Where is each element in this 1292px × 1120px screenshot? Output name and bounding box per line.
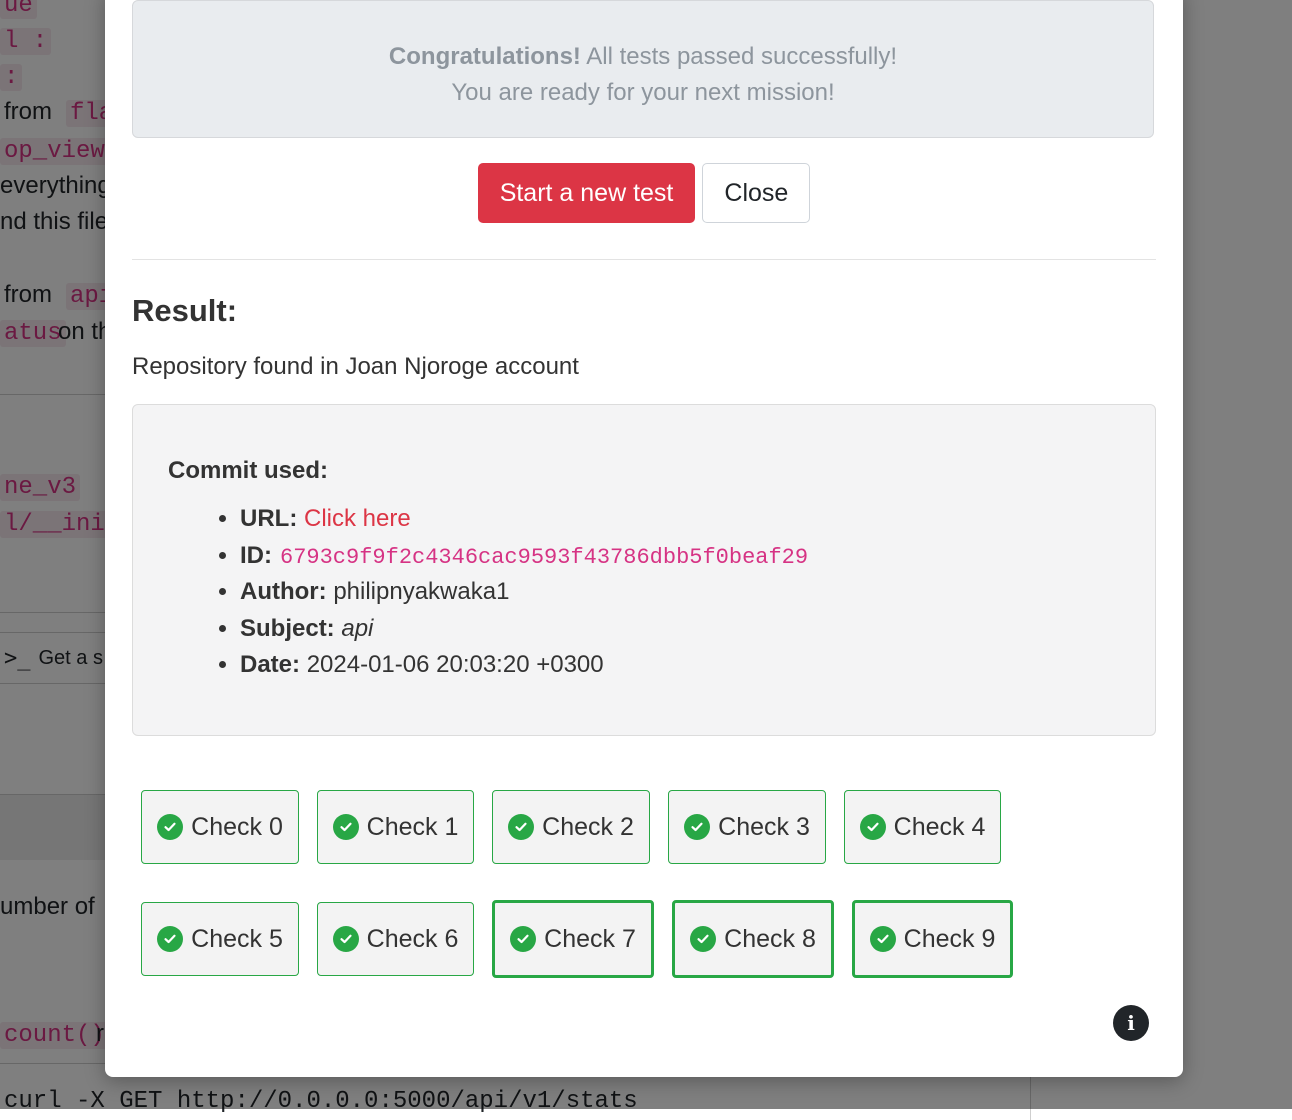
check-badge-4[interactable]: Check 4	[844, 790, 1001, 864]
check-badge-0[interactable]: Check 0	[141, 790, 299, 864]
commit-date-item: Date: 2024-01-06 20:03:20 +0300	[240, 647, 808, 684]
check-badge-3[interactable]: Check 3	[668, 790, 826, 864]
check-badge-9[interactable]: Check 9	[852, 900, 1013, 978]
info-icon[interactable]: i	[1113, 1005, 1149, 1041]
check-label: Check 7	[544, 924, 636, 953]
check-badge-8[interactable]: Check 8	[672, 900, 834, 978]
check-circle-icon	[157, 926, 184, 952]
results-modal: Congratulations! All tests passed succes…	[105, 0, 1183, 1077]
commit-id-value: 6793c9f9f2c4346cac9593f43786dbb5f0beaf29	[280, 544, 809, 570]
check-badge-2[interactable]: Check 2	[492, 790, 650, 864]
result-text: Repository found in Joan Njoroge account	[132, 353, 579, 380]
commit-author-value: philipnyakwaka1	[333, 578, 510, 605]
section-divider	[132, 259, 1156, 260]
commit-info-box: Commit used: URL: Click here ID: 6793c9f9…	[132, 404, 1156, 736]
check-label: Check 4	[893, 812, 986, 841]
check-circle-icon	[859, 814, 886, 840]
author-label: Author:	[240, 578, 327, 605]
alert-strong: Congratulations!	[388, 43, 581, 70]
check-circle-icon	[690, 926, 717, 952]
check-badge-6[interactable]: Check 6	[317, 902, 474, 976]
check-circle-icon	[510, 926, 537, 952]
commit-author-item: Author: philipnyakwaka1	[240, 574, 808, 611]
check-circle-icon	[684, 814, 711, 840]
url-label: URL:	[240, 505, 298, 532]
check-circle-icon	[869, 926, 896, 952]
check-label: Check 3	[718, 812, 810, 841]
commit-details-list: URL: Click here ID: 6793c9f9f2c4346cac959…	[204, 501, 808, 684]
check-label: Check 1	[366, 812, 459, 841]
commit-url-item: URL: Click here	[240, 501, 808, 538]
result-title: Result:	[132, 293, 238, 328]
commit-id-item: ID: 6793c9f9f2c4346cac9593f43786dbb5f0bea…	[240, 538, 808, 575]
check-badge-7[interactable]: Check 7	[492, 900, 654, 978]
commit-subject-item: Subject: api	[240, 611, 808, 648]
check-badge-5[interactable]: Check 5	[141, 902, 299, 976]
commit-label: Commit used:	[168, 457, 329, 484]
start-new-test-button[interactable]: Start a new test	[477, 163, 696, 223]
id-label: ID:	[240, 541, 272, 569]
check-label: Check 9	[903, 924, 996, 953]
check-circle-icon	[508, 814, 535, 840]
commit-date-value: 2024-01-06 20:03:20 +0300	[306, 651, 604, 678]
alert-line2: You are ready for your next mission!	[451, 79, 835, 106]
check-badge-1[interactable]: Check 1	[317, 790, 474, 864]
check-label: Check 0	[191, 812, 283, 841]
date-label: Date:	[240, 651, 301, 678]
check-circle-icon	[157, 814, 184, 840]
alert-line1: All tests passed successfully!	[580, 43, 898, 70]
close-button[interactable]: Close	[702, 163, 811, 223]
check-label: Check 8	[724, 924, 816, 953]
action-buttons: Start a new test Close	[105, 163, 1183, 223]
check-label: Check 6	[366, 924, 459, 953]
success-alert: Congratulations! All tests passed succes…	[132, 0, 1154, 138]
commit-url-link[interactable]: Click here	[304, 505, 411, 532]
subject-label: Subject:	[240, 614, 335, 642]
check-label: Check 5	[191, 924, 283, 953]
check-label: Check 2	[542, 812, 634, 841]
check-circle-icon	[332, 926, 359, 952]
check-circle-icon	[332, 814, 359, 840]
commit-subject-value: api	[341, 614, 374, 642]
